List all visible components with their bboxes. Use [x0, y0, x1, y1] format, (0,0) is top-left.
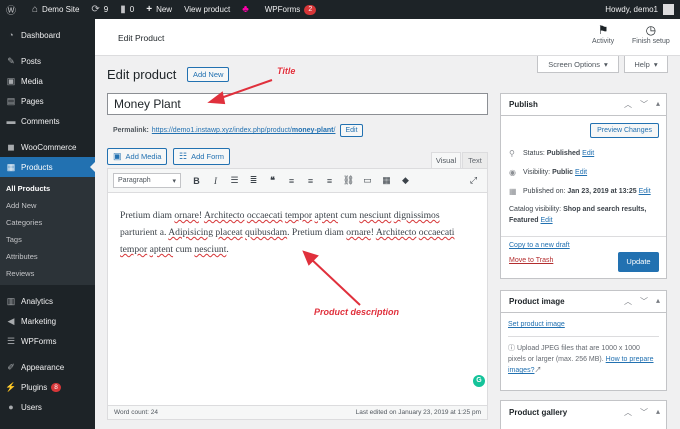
title-annotation: Title — [277, 66, 296, 76]
title-arrow — [217, 79, 273, 100]
description-annotation: Product description — [314, 307, 400, 317]
annotation-arrows — [207, 79, 361, 306]
description-arrow — [309, 257, 361, 306]
title-arrowhead — [207, 91, 226, 105]
